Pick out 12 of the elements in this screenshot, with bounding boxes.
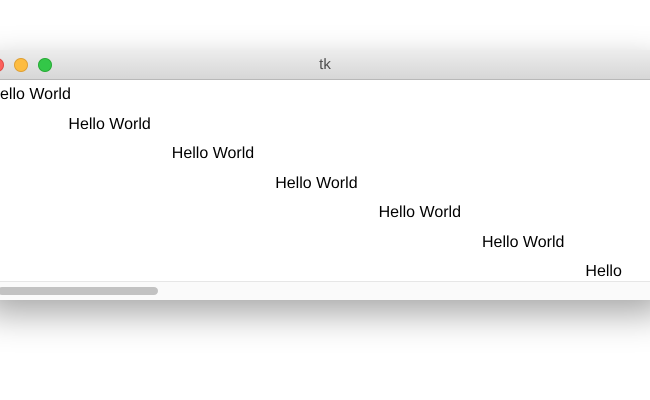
canvas-text: Hello World [68, 116, 151, 134]
canvas-text: ello World [0, 86, 71, 104]
canvas-text: Hello World [275, 174, 358, 192]
canvas-text: Hello World [172, 145, 254, 163]
minimize-button[interactable] [14, 58, 28, 72]
canvas-text: Hello World [482, 234, 564, 252]
window-title: tk [319, 56, 331, 73]
zoom-button[interactable] [38, 58, 52, 72]
scrollbar-thumb[interactable] [0, 287, 158, 295]
horizontal-scrollbar[interactable] [0, 281, 650, 300]
canvas-text: Hello [585, 263, 622, 281]
canvas-text: Hello World [378, 204, 461, 222]
